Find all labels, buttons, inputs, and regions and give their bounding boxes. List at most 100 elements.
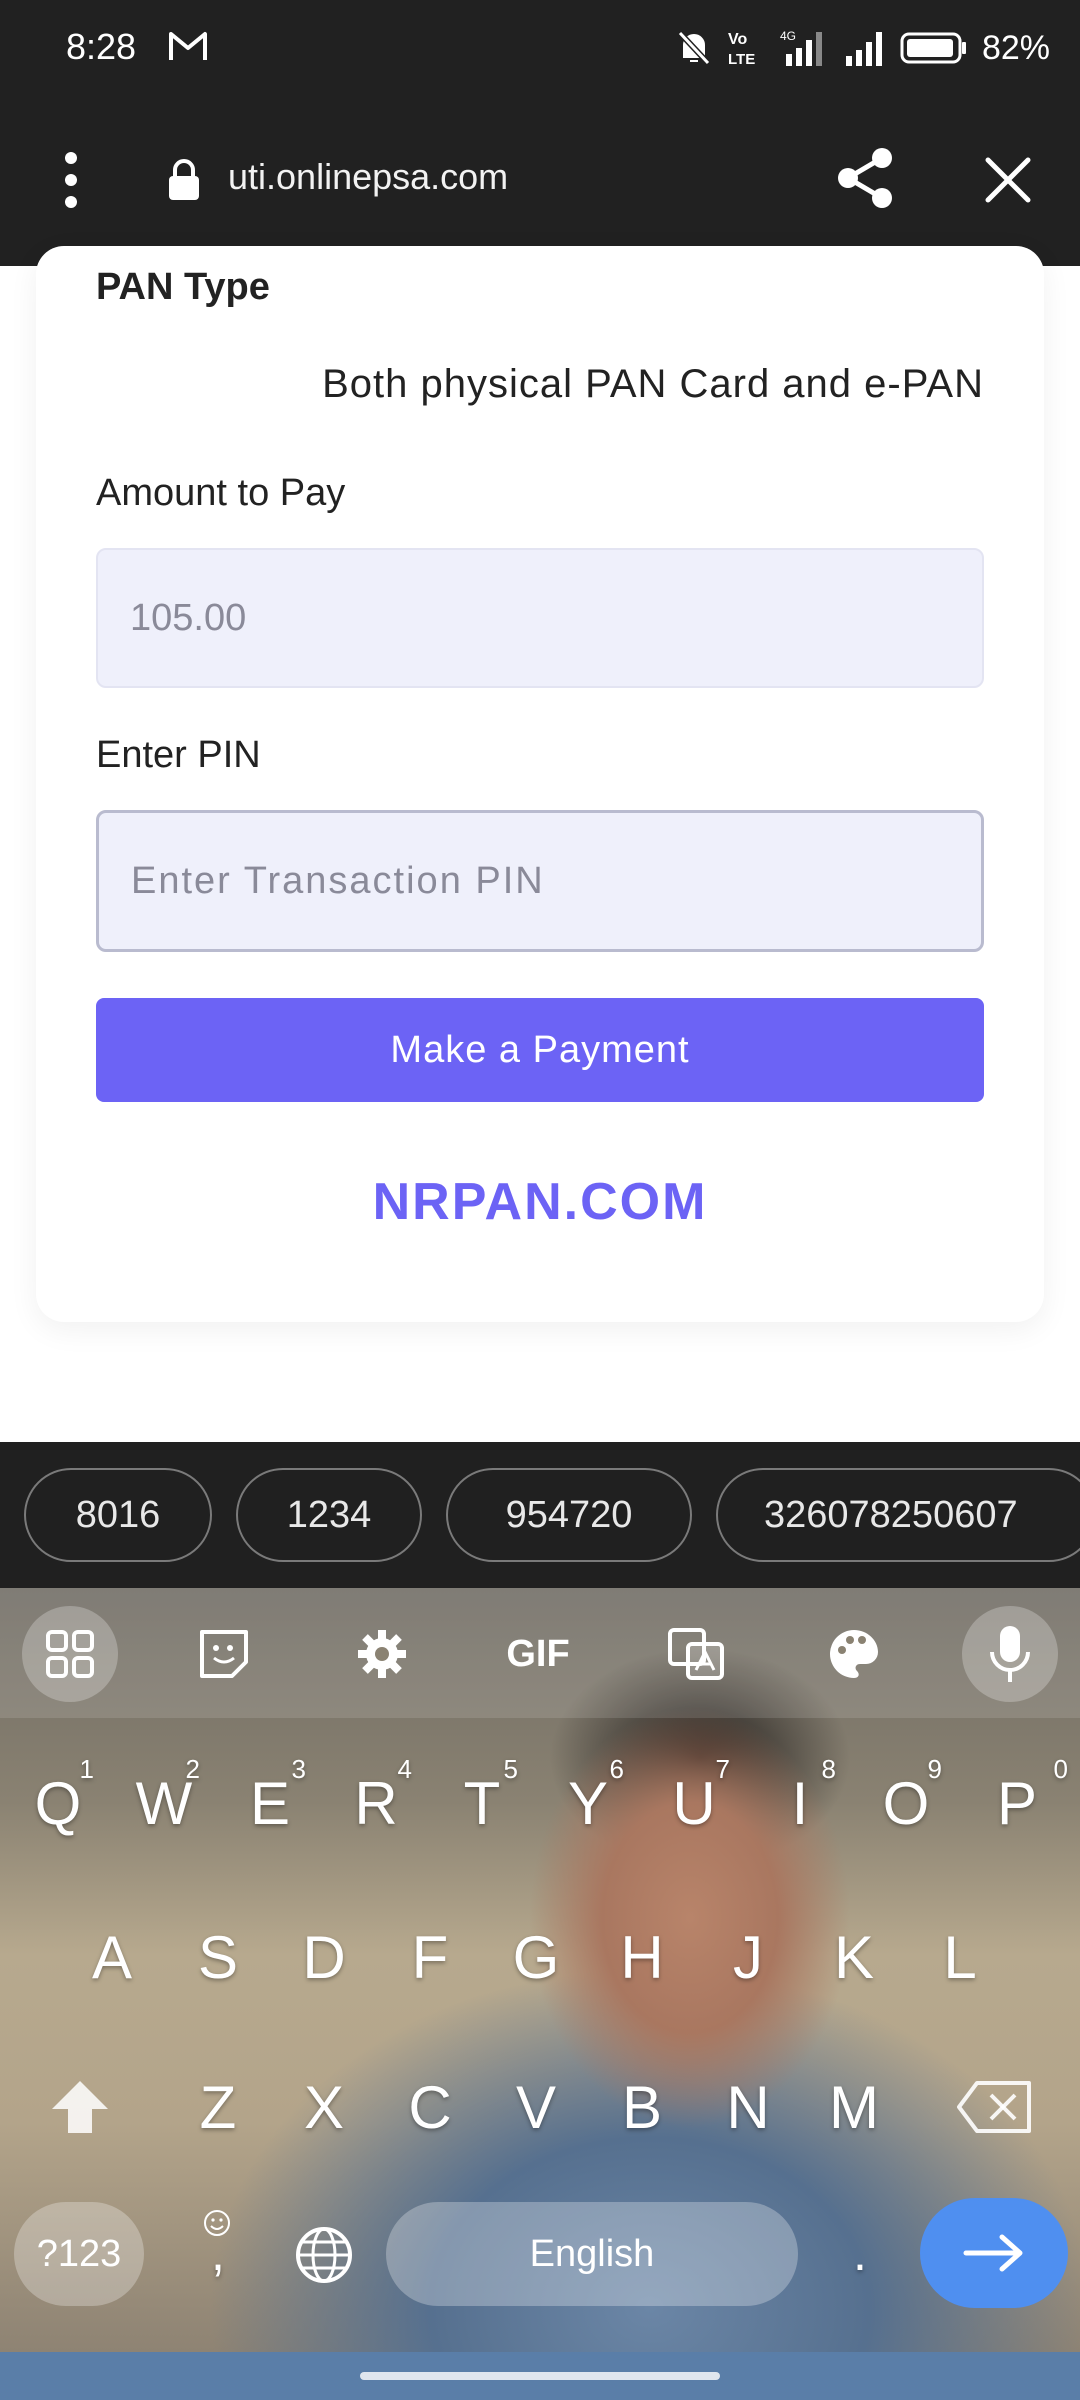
- gif-button[interactable]: GIF: [490, 1606, 586, 1702]
- key-e[interactable]: E3: [220, 1748, 320, 1858]
- gesture-handle[interactable]: [360, 2372, 720, 2380]
- key-q[interactable]: Q1: [8, 1748, 108, 1858]
- key-l[interactable]: L: [910, 1902, 1010, 2012]
- settings-gear-icon[interactable]: [334, 1606, 430, 1702]
- amount-label: Amount to Pay: [96, 472, 346, 514]
- key-hint: 5: [503, 1754, 518, 1784]
- more-options-icon[interactable]: [56, 150, 86, 210]
- key-f[interactable]: F: [380, 1902, 480, 2012]
- pan-type-value: Both physical PAN Card and e-PAN: [322, 362, 984, 406]
- key-hint: 9: [927, 1754, 942, 1784]
- keyboard-suggestion-bar: 8016 1234 954720 326078250607: [0, 1442, 1080, 1588]
- key-hint: 6: [609, 1754, 624, 1784]
- pin-input[interactable]: [96, 810, 984, 952]
- key-j[interactable]: J: [698, 1902, 798, 2012]
- period-key[interactable]: .: [810, 2198, 910, 2308]
- key-label: O: [882, 1769, 930, 1837]
- navigation-bar: [0, 2352, 1080, 2400]
- key-label: E: [249, 1769, 291, 1837]
- gmail-icon: [169, 32, 207, 60]
- key-t[interactable]: T5: [432, 1748, 532, 1858]
- make-payment-button[interactable]: Make a Payment: [96, 998, 984, 1102]
- signal-4g-icon: 4G: [780, 29, 822, 66]
- suggestion-chip[interactable]: 1234: [236, 1468, 422, 1562]
- browser-toolbar: uti.onlinepsa.com: [0, 96, 1080, 266]
- translate-icon[interactable]: [648, 1606, 744, 1702]
- key-label: U: [672, 1769, 716, 1837]
- arrow-right-icon: [963, 2234, 1023, 2272]
- emoji-icon: [204, 2210, 230, 2236]
- key-hint: 4: [397, 1754, 412, 1784]
- key-label: R: [354, 1769, 398, 1837]
- shift-icon: [52, 2081, 108, 2133]
- key-x[interactable]: X: [274, 2052, 374, 2162]
- key-r[interactable]: R4: [326, 1748, 426, 1858]
- key-hint: 7: [715, 1754, 730, 1784]
- microphone-icon[interactable]: [962, 1606, 1058, 1702]
- key-c[interactable]: C: [380, 2052, 480, 2162]
- key-hint: 1: [79, 1754, 94, 1784]
- key-hint: 8: [821, 1754, 836, 1784]
- shift-key[interactable]: [30, 2052, 130, 2162]
- language-key[interactable]: [274, 2200, 374, 2310]
- enter-key[interactable]: [920, 2198, 1068, 2308]
- key-z[interactable]: Z: [168, 2052, 268, 2162]
- share-icon[interactable]: [834, 146, 896, 210]
- close-icon[interactable]: [980, 152, 1036, 208]
- key-hint: 0: [1053, 1754, 1068, 1784]
- key-label: T: [463, 1769, 501, 1837]
- key-m[interactable]: M: [804, 2052, 904, 2162]
- keyboard-toolbar: GIF: [0, 1588, 1080, 1718]
- amount-field: 105.00: [96, 548, 984, 688]
- suggestion-chip[interactable]: 8016: [24, 1468, 212, 1562]
- sticker-icon[interactable]: [176, 1606, 272, 1702]
- pin-label: Enter PIN: [96, 734, 261, 776]
- apps-grid-icon[interactable]: [22, 1606, 118, 1702]
- svg-text:Vo: Vo: [728, 31, 747, 48]
- key-g[interactable]: G: [486, 1902, 586, 2012]
- symbols-key[interactable]: ?123: [14, 2202, 144, 2306]
- battery-percent: 82%: [981, 28, 1050, 67]
- globe-icon: [296, 2227, 352, 2283]
- theme-palette-icon[interactable]: [806, 1606, 902, 1702]
- key-label: Y: [567, 1769, 609, 1837]
- pan-type-label: PAN Type: [96, 266, 270, 308]
- key-label: I: [791, 1769, 809, 1837]
- mute-icon: [677, 30, 711, 66]
- key-h[interactable]: H: [592, 1902, 692, 2012]
- key-p[interactable]: P0: [962, 1748, 1072, 1858]
- key-b[interactable]: B: [592, 2052, 692, 2162]
- key-label: P: [996, 1769, 1038, 1837]
- svg-text:4G: 4G: [780, 29, 796, 43]
- page-content: PAN Type Both physical PAN Card and e-PA…: [0, 246, 1080, 1442]
- space-bar[interactable]: English: [386, 2202, 798, 2306]
- key-o[interactable]: O9: [856, 1748, 956, 1858]
- brand-link[interactable]: NRPAN.COM: [0, 1172, 1080, 1232]
- key-label: W: [135, 1769, 193, 1837]
- comma-key[interactable]: ,: [168, 2198, 268, 2308]
- key-a[interactable]: A: [62, 1902, 162, 2012]
- key-u[interactable]: U7: [644, 1748, 744, 1858]
- payment-card: [36, 246, 1044, 1322]
- key-i[interactable]: I8: [750, 1748, 850, 1858]
- suggestion-chip[interactable]: 954720: [446, 1468, 692, 1562]
- suggestion-chip[interactable]: 326078250607: [716, 1468, 1080, 1562]
- battery-icon: [900, 32, 966, 64]
- key-s[interactable]: S: [168, 1902, 268, 2012]
- key-d[interactable]: D: [274, 1902, 374, 2012]
- backspace-icon: [957, 2081, 1031, 2133]
- key-label: Q: [34, 1769, 82, 1837]
- volte-icon: Vo LTE: [728, 31, 755, 68]
- status-bar: 8:28 Vo LTE 4G 82%: [0, 0, 1080, 96]
- backspace-key[interactable]: [940, 2052, 1050, 2162]
- key-k[interactable]: K: [804, 1902, 904, 2012]
- keyboard: GIF Q1 W2 E3 R4 T5 Y6 U7 I 8 O 9 P 0 A S…: [0, 1588, 1080, 2352]
- key-v[interactable]: V: [486, 2052, 586, 2162]
- lock-icon: [169, 159, 199, 200]
- key-n[interactable]: N: [698, 2052, 798, 2162]
- key-hint: 2: [185, 1754, 200, 1784]
- key-w[interactable]: W2: [114, 1748, 214, 1858]
- url-text[interactable]: uti.onlinepsa.com: [228, 156, 508, 198]
- key-y[interactable]: Y6: [538, 1748, 638, 1858]
- key-hint: 3: [291, 1754, 306, 1784]
